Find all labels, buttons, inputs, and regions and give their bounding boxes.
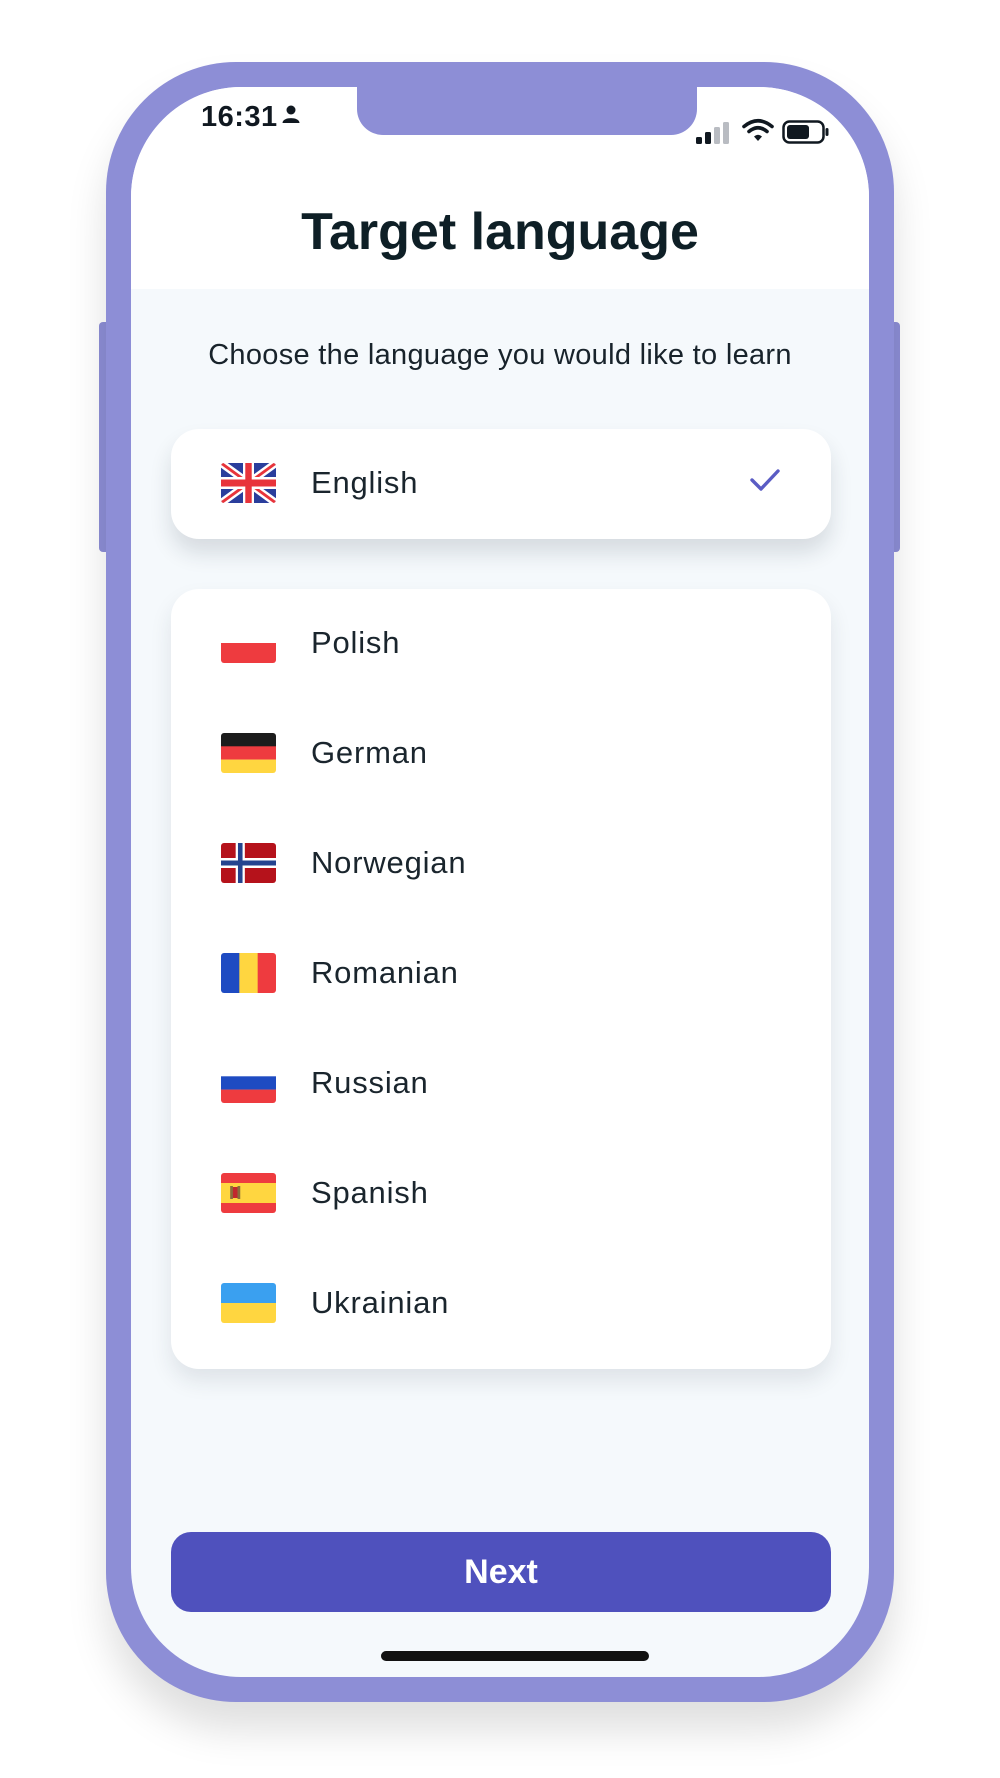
language-option-polish[interactable]: Polish bbox=[171, 589, 831, 699]
page-title: Target language bbox=[301, 203, 699, 261]
language-option-ukrainian[interactable]: Ukrainian bbox=[171, 1249, 831, 1359]
ukraine-flag-icon bbox=[221, 1283, 276, 1323]
phone-notch bbox=[357, 87, 697, 135]
language-label: Spanish bbox=[311, 1175, 429, 1210]
header: 16:31 Target language bbox=[131, 87, 869, 289]
check-icon bbox=[750, 469, 780, 491]
romania-flag-icon bbox=[221, 953, 276, 993]
app-screenshot: 16:31 Target language Choose the languag… bbox=[0, 0, 1000, 1778]
language-list: Polish German Norwegian Romanian Russian… bbox=[171, 589, 831, 1369]
language-label: Norwegian bbox=[311, 845, 467, 880]
language-label: Polish bbox=[311, 625, 401, 660]
phone-screen: 16:31 Target language Choose the languag… bbox=[131, 87, 869, 1677]
language-label: German bbox=[311, 735, 428, 770]
next-button[interactable]: Next bbox=[171, 1532, 831, 1612]
wifi-icon bbox=[742, 118, 774, 141]
russia-flag-icon bbox=[221, 1063, 276, 1103]
signal-icon bbox=[696, 122, 729, 144]
language-option-english[interactable]: English bbox=[171, 429, 831, 539]
language-option-romanian[interactable]: Romanian bbox=[171, 919, 831, 1029]
battery-icon bbox=[782, 120, 829, 144]
language-option-norwegian[interactable]: Norwegian bbox=[171, 809, 831, 919]
person-icon bbox=[282, 105, 300, 123]
language-label: English bbox=[311, 465, 419, 500]
language-option-spanish[interactable]: Spanish bbox=[171, 1139, 831, 1249]
home-indicator bbox=[381, 1651, 649, 1661]
poland-flag-icon bbox=[221, 623, 276, 663]
spain-flag-icon bbox=[221, 1173, 276, 1213]
language-option-german[interactable]: German bbox=[171, 699, 831, 809]
status-time: 16:31 bbox=[201, 101, 278, 133]
norway-flag-icon bbox=[221, 843, 276, 883]
language-label: Ukrainian bbox=[311, 1285, 450, 1320]
phone-frame: 16:31 Target language Choose the languag… bbox=[106, 62, 894, 1702]
page-subtitle: Choose the language you would like to le… bbox=[208, 339, 792, 371]
selected-language-card: English bbox=[171, 429, 831, 539]
language-label: Russian bbox=[311, 1065, 429, 1100]
language-label: Romanian bbox=[311, 955, 459, 990]
uk-flag-icon bbox=[221, 463, 276, 503]
germany-flag-icon bbox=[221, 733, 276, 773]
language-option-russian[interactable]: Russian bbox=[171, 1029, 831, 1139]
